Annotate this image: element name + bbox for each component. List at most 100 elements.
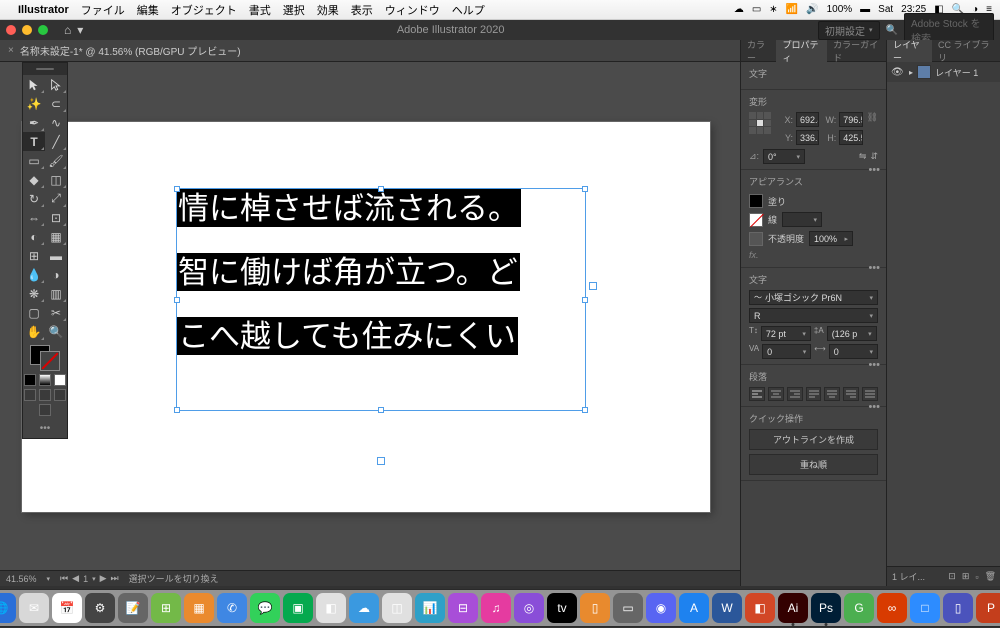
tracking[interactable]: 0▾ — [829, 344, 878, 359]
align-left[interactable] — [749, 387, 765, 401]
draw-normal[interactable] — [24, 389, 36, 401]
next-artboard[interactable]: ▶ — [100, 573, 107, 584]
dock-app-11[interactable]: 💬 — [250, 593, 280, 623]
hand-tool[interactable]: ✋ — [23, 322, 45, 341]
width-tool[interactable]: ⇔ — [23, 208, 45, 227]
justify-center[interactable] — [824, 387, 840, 401]
dock-app-9[interactable]: ▦ — [184, 593, 214, 623]
draw-inside[interactable] — [54, 389, 66, 401]
slice-tool[interactable]: ✂ — [45, 303, 67, 322]
dock-app-16[interactable]: 📊 — [415, 593, 445, 623]
font-size[interactable]: 72 pt▾ — [761, 326, 811, 341]
menu-object[interactable]: オブジェクト — [171, 2, 237, 18]
artboard[interactable]: 情に棹させば流される。 智に働けば角が立つ。ど こへ越しても住みにくい — [22, 122, 710, 512]
dock-app-31[interactable]: □ — [910, 593, 940, 623]
screen-mode[interactable] — [39, 404, 51, 416]
brush-tool[interactable]: 🖌 — [45, 151, 67, 170]
stroke-weight[interactable]: ▾ — [782, 212, 822, 227]
cloud-icon[interactable]: ☁ — [734, 4, 744, 15]
dock-app-20[interactable]: tv — [547, 593, 577, 623]
zoom-tool[interactable]: 🔍 — [45, 322, 67, 341]
dock-app-27[interactable]: Ai — [778, 593, 808, 623]
delete-layer-icon[interactable]: 🗑 — [985, 571, 996, 582]
eyedropper-tool[interactable]: 💧 — [23, 265, 45, 284]
quick-outline[interactable]: アウトラインを作成 — [749, 429, 878, 450]
last-artboard[interactable]: ⏭ — [111, 573, 119, 584]
dock-app-13[interactable]: ◧ — [316, 593, 346, 623]
layer-name[interactable]: レイヤー 1 — [935, 66, 978, 79]
maximize-button[interactable] — [38, 25, 48, 35]
flip-v-icon[interactable]: ⇵ — [870, 151, 878, 162]
dock-app-14[interactable]: ☁ — [349, 593, 379, 623]
stroke-swatch[interactable] — [40, 351, 60, 371]
dock-app-26[interactable]: ◧ — [745, 593, 775, 623]
align-right[interactable] — [787, 387, 803, 401]
tools-grip[interactable] — [23, 63, 67, 75]
free-transform-tool[interactable]: ⊡ — [45, 208, 67, 227]
menu-edit[interactable]: 編集 — [137, 2, 159, 18]
prev-artboard[interactable]: ◀ — [72, 573, 79, 584]
stroke-chip[interactable] — [749, 213, 763, 227]
artboard-num[interactable]: 1 — [83, 574, 88, 584]
mesh-tool[interactable]: ⊞ — [23, 246, 45, 265]
dock-app-8[interactable]: ⊞ — [151, 593, 181, 623]
rotate-angle[interactable]: 0°▾ — [763, 149, 805, 164]
gradient-mode[interactable] — [39, 374, 51, 386]
dock-app-5[interactable]: 📅 — [52, 593, 82, 623]
dock-app-6[interactable]: ⚙ — [85, 593, 115, 623]
tab-layers[interactable]: レイヤー — [887, 40, 932, 62]
curvature-tool[interactable]: ∿ — [45, 113, 67, 132]
draw-behind[interactable] — [39, 389, 51, 401]
transform-y[interactable]: 336.744 — [796, 130, 819, 145]
perspective-tool[interactable]: ▦ — [45, 227, 67, 246]
reference-point[interactable] — [749, 112, 771, 134]
fx-button[interactable]: fx. — [749, 250, 759, 260]
home-icon[interactable]: ⌂ — [64, 23, 71, 37]
kerning[interactable]: 0▾ — [762, 344, 811, 359]
dock-app-21[interactable]: ▯ — [580, 593, 610, 623]
font-family[interactable]: 〜小塚ゴシック Pr6N▾ — [749, 290, 878, 305]
visibility-icon[interactable]: 👁 — [891, 67, 905, 78]
leading[interactable]: (126 p▾ — [827, 326, 877, 341]
close-button[interactable] — [6, 25, 16, 35]
transform-h[interactable]: 425.581 — [839, 130, 862, 145]
menu-window[interactable]: ウィンドウ — [385, 2, 440, 18]
app-name[interactable]: Illustrator — [18, 4, 69, 16]
eraser-tool[interactable]: ◫ — [45, 170, 67, 189]
symbol-tool[interactable]: ❋ — [23, 284, 45, 303]
tab-color[interactable]: カラー — [741, 40, 776, 62]
none-mode[interactable] — [54, 374, 66, 386]
dock-app-25[interactable]: W — [712, 593, 742, 623]
workspace-preset[interactable]: 初期設定▾ — [818, 21, 880, 40]
dock-app-12[interactable]: ▣ — [283, 593, 313, 623]
align-center[interactable] — [768, 387, 784, 401]
thread-port[interactable] — [589, 282, 597, 290]
justify-right[interactable] — [843, 387, 859, 401]
handle-tl[interactable] — [174, 186, 180, 192]
shape-builder-tool[interactable]: ◐ — [23, 227, 45, 246]
tab-cc-libraries[interactable]: CC ライブラリ — [932, 40, 1000, 62]
paragraph-more[interactable]: ••• — [868, 401, 880, 413]
handle-mr[interactable] — [582, 297, 588, 303]
fill-stroke-swatch[interactable] — [30, 345, 60, 371]
gradient-tool[interactable]: ▬ — [45, 246, 67, 265]
line-tool[interactable]: ╱ — [45, 132, 67, 151]
document-tab[interactable]: 名称未設定-1* @ 41.56% (RGB/GPU プレビュー) — [20, 43, 241, 58]
dock-app-29[interactable]: G — [844, 593, 874, 623]
menu-select[interactable]: 選択 — [283, 2, 305, 18]
volume-icon[interactable]: 🔊 — [806, 4, 818, 15]
wifi-icon[interactable]: 📶 — [786, 4, 798, 15]
rotate-tool[interactable]: ↻ — [23, 189, 45, 208]
magic-wand-tool[interactable]: ✨ — [23, 94, 45, 113]
dock-app-30[interactable]: ∞ — [877, 593, 907, 623]
tab-properties[interactable]: プロパティ — [776, 40, 827, 62]
dock-app-10[interactable]: ✆ — [217, 593, 247, 623]
dock-app-32[interactable]: ▯ — [943, 593, 973, 623]
bluetooth-icon[interactable]: ∗ — [769, 4, 777, 15]
tools-more[interactable]: ••• — [40, 423, 51, 434]
dock-app-15[interactable]: ◫ — [382, 593, 412, 623]
quick-arrange[interactable]: 重ね順 — [749, 454, 878, 475]
transform-w[interactable]: 796.511 — [839, 112, 862, 127]
dock-app-22[interactable]: ▭ — [613, 593, 643, 623]
zoom-level[interactable]: 41.56% — [6, 574, 37, 584]
